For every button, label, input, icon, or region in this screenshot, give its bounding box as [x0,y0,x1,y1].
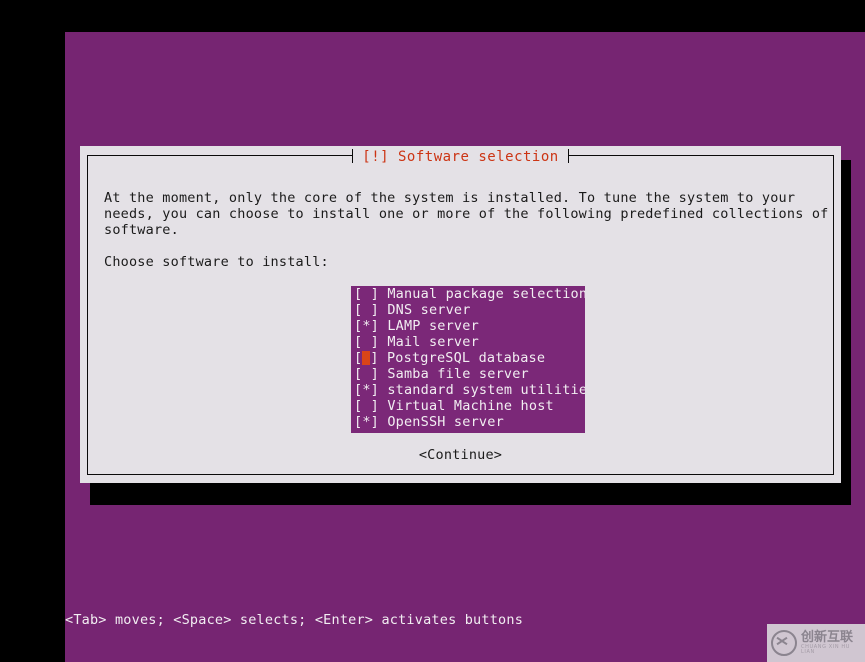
checkbox-unchecked-icon: [ ] [354,334,388,350]
list-item-label: LAMP server [387,318,479,334]
watermark-name-en: CHUANG XIN HU LIAN [801,643,850,655]
list-item-label: Manual package selection [387,286,585,302]
page-title: [!] Software selection [362,149,559,165]
terminal-screen: [!] Software selection At the moment, on… [0,0,865,662]
list-item-label: DNS server [387,302,471,318]
list-item[interactable]: [ ] Manual package selection [351,286,585,302]
dialog-body-text: At the moment, only the core of the syst… [104,190,829,238]
dialog-title-gap: [!] Software selection [352,147,570,165]
list-item[interactable]: [ ] Samba file server [351,366,585,382]
dialog-shadow-right [840,160,851,505]
watermark-name-cn: 创新互联 [801,629,854,645]
continue-button[interactable]: <Continue> [88,444,833,463]
checkbox-bracket-close: ] [370,350,387,366]
dialog-border-frame: [!] Software selection At the moment, on… [87,147,834,475]
checkbox-unchecked-icon: [ ] [354,302,388,318]
list-item-label: Mail server [387,334,479,350]
dialog-shadow-bottom [90,483,850,505]
list-item[interactable]: [ ] Mail server [351,334,585,350]
software-selection-dialog: [!] Software selection At the moment, on… [80,146,841,483]
watermark-logo: 创新互联 CHUANG XIN HU LIAN [767,624,865,662]
list-item-label: Samba file server [387,366,529,382]
logo-x-icon [771,630,797,656]
dialog-titlebar: [!] Software selection [88,147,833,174]
list-item-label: PostgreSQL database [386,350,546,366]
list-item-label: Virtual Machine host [387,398,554,414]
list-item[interactable]: [*] OpenSSH server [351,414,585,430]
continue-button-label: <Continue> [418,447,503,463]
cursor-block-icon [362,351,371,365]
list-item-label: standard system utilities [387,382,585,398]
checkbox-checked-icon: [*] [354,382,388,398]
checkbox-unchecked-icon: [ ] [354,286,388,302]
list-item[interactable]: [*] LAMP server [351,318,585,334]
checkbox-checked-icon: [*] [354,318,388,334]
checkbox-checked-icon: [*] [354,414,388,430]
dialog-prompt-text: Choose software to install: [104,254,329,270]
keyboard-help-line: <Tab> moves; <Space> selects; <Enter> ac… [65,612,524,628]
checkbox-bracket-open: [ [354,350,363,366]
list-item[interactable]: [*] standard system utilities [351,382,585,398]
list-item[interactable]: [ ] DNS server [351,302,585,318]
list-item[interactable]: [ ] Virtual Machine host [351,398,585,414]
list-item[interactable]: [] PostgreSQL database [351,350,585,366]
list-item-label: OpenSSH server [387,414,504,430]
checkbox-unchecked-icon: [ ] [354,398,388,414]
software-selection-list[interactable]: [ ] Manual package selection[ ] DNS serv… [351,286,585,433]
watermark-text-group: 创新互联 CHUANG XIN HU LIAN [801,631,865,655]
checkbox-unchecked-icon: [ ] [354,366,388,382]
